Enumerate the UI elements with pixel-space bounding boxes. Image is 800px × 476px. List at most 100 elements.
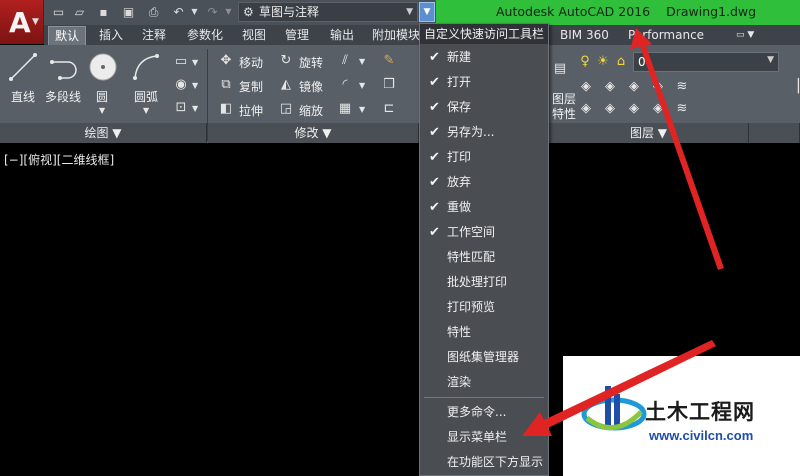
erase-icon[interactable]: ✎ bbox=[381, 54, 397, 68]
layer-tool-label-2[interactable]: 特性 bbox=[552, 105, 576, 122]
stretch-icon[interactable]: ◧ bbox=[218, 102, 234, 116]
customize-qa-dropdown-button[interactable]: ▼ bbox=[419, 2, 435, 22]
rotate-icon[interactable]: ↻ bbox=[278, 54, 294, 68]
line-tool-label[interactable]: 直线 bbox=[11, 88, 35, 105]
trim-icon[interactable]: ⫽ bbox=[337, 54, 353, 68]
tab-insert[interactable]: 插入 bbox=[93, 26, 129, 45]
redo-dropdown-icon[interactable]: ▼ bbox=[220, 4, 237, 20]
menu-item-save[interactable]: ✔ 保存 bbox=[420, 95, 548, 120]
menu-item-undo[interactable]: ✔ 放弃 bbox=[420, 170, 548, 195]
tab-bim360[interactable]: BIM 360 bbox=[554, 26, 615, 45]
chevron-down-icon[interactable]: ▼ bbox=[192, 56, 198, 70]
menu-item-new[interactable]: ✔ 新建 bbox=[420, 45, 548, 70]
rotate-tool-label[interactable]: 旋转 bbox=[299, 54, 323, 71]
menu-item-show-menu-bar[interactable]: 显示菜单栏 bbox=[420, 425, 548, 450]
array-icon[interactable]: ▦ bbox=[337, 102, 353, 116]
menu-item-plot-preview[interactable]: 打印预览 bbox=[420, 295, 548, 320]
tab-performance[interactable]: Performance bbox=[622, 26, 710, 45]
layer-unisolate-icon[interactable]: ◈ bbox=[602, 102, 618, 116]
scale-icon[interactable]: ◲ bbox=[278, 102, 294, 116]
mirror-icon[interactable]: ◭ bbox=[278, 78, 294, 92]
menu-item-print[interactable]: ✔ 打印 bbox=[420, 145, 548, 170]
copy-tool-label[interactable]: 复制 bbox=[239, 78, 263, 95]
workspace-selector[interactable]: ⚙ 草图与注释 ▼ bbox=[238, 2, 418, 22]
offset-icon[interactable]: ⊏ bbox=[381, 102, 397, 116]
menu-item-redo[interactable]: ✔ 重做 bbox=[420, 195, 548, 220]
print-icon[interactable]: ⎙ bbox=[145, 4, 162, 20]
undo-dropdown-icon[interactable]: ▼ bbox=[186, 4, 203, 20]
region-icon[interactable]: ⊡ bbox=[173, 101, 189, 115]
lightbulb-icon[interactable]: ♀ bbox=[578, 55, 592, 69]
move-icon[interactable]: ✥ bbox=[218, 54, 234, 68]
circle-tool-label[interactable]: 圆 bbox=[96, 88, 108, 105]
move-tool-label[interactable]: 移动 bbox=[239, 54, 263, 71]
menu-item-properties[interactable]: 特性 bbox=[420, 320, 548, 345]
save-as-icon[interactable]: ▣ bbox=[120, 4, 137, 20]
draw-panel-footer[interactable]: 绘图 ▼ bbox=[0, 123, 207, 143]
layer-isolate-icon[interactable]: ◈ bbox=[602, 80, 618, 94]
tab-annotate[interactable]: 注释 bbox=[136, 26, 172, 45]
viewport-controls[interactable]: [−][俯视][二维线框] bbox=[4, 151, 114, 168]
unlock-icon[interactable]: ⌂ bbox=[614, 55, 628, 69]
ribbon-toggle-icon[interactable]: ▭ ▼ bbox=[730, 26, 760, 45]
layer-thaw-icon[interactable]: ◈ bbox=[626, 102, 642, 116]
open-icon[interactable]: ▱ bbox=[71, 4, 88, 20]
menu-item-render[interactable]: 渲染 bbox=[420, 370, 548, 395]
modify-panel-footer[interactable]: 修改 ▼ bbox=[208, 123, 419, 143]
chevron-down-icon[interactable]: ▼ bbox=[99, 104, 105, 118]
layer-copy-icon[interactable]: ≋ bbox=[674, 102, 690, 116]
layer-combo[interactable]: 0 ▼ bbox=[633, 52, 779, 72]
scale-tool-label[interactable]: 缩放 bbox=[299, 102, 323, 119]
checkmark-icon: ✔ bbox=[429, 100, 440, 115]
mirror-tool-label[interactable]: 镜像 bbox=[299, 78, 323, 95]
layer-properties-icon[interactable]: ▤ bbox=[553, 62, 567, 76]
layer-on-icon[interactable]: ◈ bbox=[650, 102, 666, 116]
chevron-down-icon[interactable]: ▼ bbox=[359, 79, 365, 93]
chevron-down-icon[interactable]: ▼ bbox=[359, 55, 365, 69]
menu-item-save-as[interactable]: ✔ 另存为... bbox=[420, 120, 548, 145]
save-icon[interactable]: ▪ bbox=[95, 4, 112, 20]
copy-icon[interactable]: ⧉ bbox=[218, 78, 234, 92]
rectangle-icon[interactable]: ▭ bbox=[173, 55, 189, 69]
menu-item-batch-plot[interactable]: 批处理打印 bbox=[420, 270, 548, 295]
arc-icon[interactable] bbox=[131, 52, 161, 82]
line-icon[interactable] bbox=[8, 52, 38, 82]
chevron-down-icon: ▼ bbox=[32, 17, 39, 27]
new-icon[interactable]: ▭ bbox=[50, 4, 67, 20]
undo-icon[interactable]: ↶ bbox=[170, 4, 187, 20]
chevron-down-icon[interactable]: ▼ bbox=[359, 103, 365, 117]
sun-icon[interactable]: ☀ bbox=[596, 55, 610, 69]
chevron-down-icon[interactable]: ▼ bbox=[192, 102, 198, 116]
menu-item-open[interactable]: ✔ 打开 bbox=[420, 70, 548, 95]
polyline-icon[interactable] bbox=[48, 54, 82, 82]
tab-manage[interactable]: 管理 bbox=[279, 26, 315, 45]
circle-icon[interactable] bbox=[88, 52, 118, 82]
tab-parametric[interactable]: 参数化 bbox=[181, 26, 229, 45]
layer-off-icon[interactable]: ◈ bbox=[650, 80, 666, 94]
layer-match-icon[interactable]: ≋ bbox=[674, 80, 690, 94]
polyline-tool-label[interactable]: 多段线 bbox=[45, 88, 81, 105]
menu-item-show-below-ribbon[interactable]: 在功能区下方显示 bbox=[420, 450, 548, 475]
arc-tool-label[interactable]: 圆弧 bbox=[134, 88, 158, 105]
stretch-tool-label[interactable]: 拉伸 bbox=[239, 102, 263, 119]
explode-icon[interactable]: ❒ bbox=[381, 78, 397, 92]
menu-item-workspace[interactable]: ✔ 工作空间 bbox=[420, 220, 548, 245]
layer-freeze-icon[interactable]: ◈ bbox=[626, 80, 642, 94]
layer-state-icon[interactable]: ◈ bbox=[578, 80, 594, 94]
tab-default[interactable]: 默认 bbox=[48, 26, 87, 45]
layer-panel-footer[interactable]: 图层 ▼ bbox=[549, 123, 749, 143]
redo-icon[interactable]: ↷ bbox=[204, 4, 221, 20]
tab-view[interactable]: 视图 bbox=[236, 26, 272, 45]
tab-output[interactable]: 输出 bbox=[324, 26, 360, 45]
checkmark-icon: ✔ bbox=[429, 175, 440, 190]
menu-item-sheet-set-manager[interactable]: 图纸集管理器 bbox=[420, 345, 548, 370]
menu-item-match-properties[interactable]: 特性匹配 bbox=[420, 245, 548, 270]
menu-item-more-commands[interactable]: 更多命令... bbox=[420, 400, 548, 425]
chevron-down-icon[interactable]: ▼ bbox=[143, 104, 149, 118]
fillet-icon[interactable]: ◜ bbox=[337, 78, 353, 92]
layer-walk-icon[interactable]: ◈ bbox=[578, 102, 594, 116]
tab-addins[interactable]: 附加模块 bbox=[366, 26, 426, 45]
chevron-down-icon[interactable]: ▼ bbox=[192, 79, 198, 93]
hatch-icon[interactable]: ◉ bbox=[173, 78, 189, 92]
application-menu-button[interactable]: A ▼ bbox=[0, 0, 44, 44]
